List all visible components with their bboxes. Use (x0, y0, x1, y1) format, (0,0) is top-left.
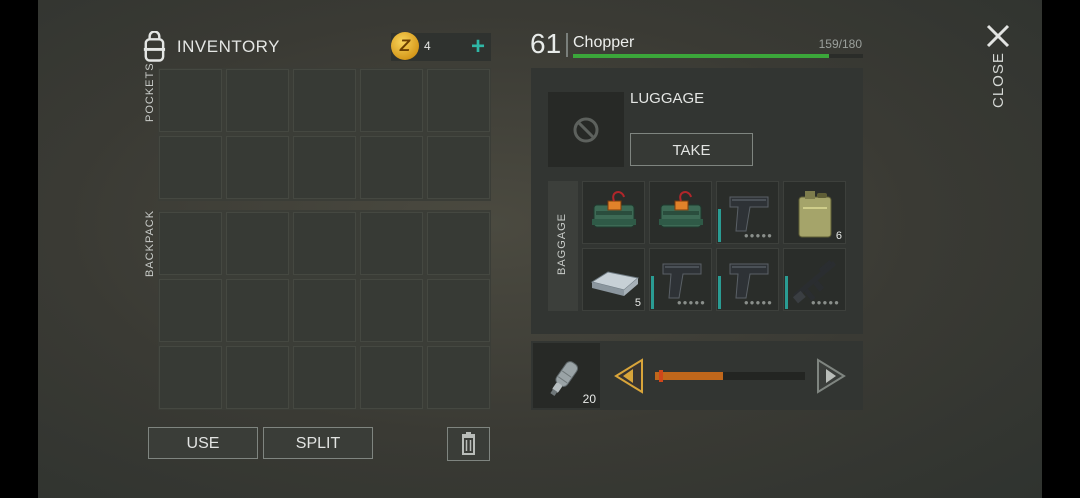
health-bar-fill (573, 54, 830, 58)
inventory-title: INVENTORY (176, 37, 280, 56)
pocket-slot[interactable] (293, 136, 356, 199)
item-qty: 6 (835, 230, 842, 242)
pockets-label: POCKETS (144, 62, 156, 122)
inventory-header: INVENTORY (140, 30, 280, 64)
divider (566, 33, 568, 57)
pocket-slot[interactable] (226, 136, 289, 199)
pocket-slot[interactable] (226, 69, 289, 132)
baggage-slot[interactable] (582, 181, 645, 244)
backpack-slot[interactable] (293, 346, 356, 409)
player-name: Chopper (573, 34, 635, 51)
pocket-slot[interactable] (159, 136, 222, 199)
mod-slots-indicator: ●●●●● (743, 298, 773, 307)
durability-bar (785, 276, 788, 309)
split-button[interactable]: SPLIT (263, 427, 373, 459)
backpack-slot[interactable] (159, 212, 222, 275)
baggage-slot[interactable]: ●●●●● (716, 181, 779, 244)
health-text: 159/180 (818, 37, 862, 51)
baggage-slot[interactable]: ●●●●● (649, 248, 712, 311)
transfer-item-qty: 20 (582, 392, 596, 406)
increase-arrow-icon[interactable] (814, 358, 848, 394)
backpack-slot[interactable] (427, 346, 490, 409)
container-title: LUGGAGE (630, 90, 705, 107)
container-image (548, 92, 624, 167)
baggage-label: BAGGAGE (556, 212, 568, 275)
coin-icon: Z (391, 32, 419, 60)
explosive-charge-icon (584, 183, 644, 248)
durability-bar (718, 209, 721, 242)
backpack-slot[interactable] (159, 346, 222, 409)
player-level: 61 (530, 28, 562, 59)
blocked-icon (573, 117, 599, 143)
pocket-slot[interactable] (159, 69, 222, 132)
quantity-slider[interactable] (655, 370, 805, 382)
slider-fill (655, 372, 723, 380)
transfer-item-slot[interactable]: 20 (533, 343, 600, 408)
add-coins-button[interactable]: + (471, 33, 485, 61)
backpack-slot[interactable] (360, 279, 423, 342)
pocket-slot[interactable] (360, 69, 423, 132)
baggage-slot[interactable]: 6 (783, 181, 846, 244)
pocket-slot[interactable] (427, 69, 490, 132)
currency-box: Z 4 + (391, 32, 491, 61)
baggage-slot[interactable]: ●●●●● (783, 248, 846, 311)
backpack-icon (143, 31, 166, 62)
pocket-slot[interactable] (293, 69, 356, 132)
close-label[interactable]: CLOSE (990, 52, 1007, 108)
durability-bar (718, 276, 721, 309)
game-screen: INVENTORY Z 4 + POCKETS BACKPACK USE SPL… (38, 0, 1042, 498)
coin-count: 4 (424, 39, 431, 53)
take-button[interactable]: TAKE (630, 133, 753, 166)
decrease-arrow-icon[interactable] (612, 358, 646, 394)
mod-slots-indicator: ●●●●● (810, 298, 840, 307)
pocket-slot[interactable] (360, 136, 423, 199)
backpack-slot[interactable] (293, 279, 356, 342)
backpack-label: BACKPACK (144, 209, 156, 277)
durability-bar (651, 276, 654, 309)
backpack-slot[interactable] (293, 212, 356, 275)
baggage-slot[interactable]: ●●●●● (716, 248, 779, 311)
item-qty: 5 (634, 297, 641, 309)
trash-button[interactable] (447, 427, 490, 461)
slider-handle[interactable] (659, 370, 663, 382)
backpack-slot[interactable] (427, 212, 490, 275)
backpack-slot[interactable] (226, 279, 289, 342)
mod-slots-indicator: ●●●●● (676, 298, 706, 307)
baggage-slot[interactable] (649, 181, 712, 244)
trash-icon (462, 432, 475, 455)
close-icon[interactable] (984, 22, 1012, 50)
backpack-slot[interactable] (427, 279, 490, 342)
backpack-slot[interactable] (360, 346, 423, 409)
backpack-slot[interactable] (360, 212, 423, 275)
pocket-slot[interactable] (427, 136, 490, 199)
backpack-slot[interactable] (226, 346, 289, 409)
mod-slots-indicator: ●●●●● (743, 231, 773, 240)
backpack-slot[interactable] (159, 279, 222, 342)
health-bar (573, 54, 863, 58)
explosive-charge-icon (651, 183, 711, 248)
use-button[interactable]: USE (148, 427, 258, 459)
backpack-slot[interactable] (226, 212, 289, 275)
baggage-slot[interactable]: 5 (582, 248, 645, 311)
